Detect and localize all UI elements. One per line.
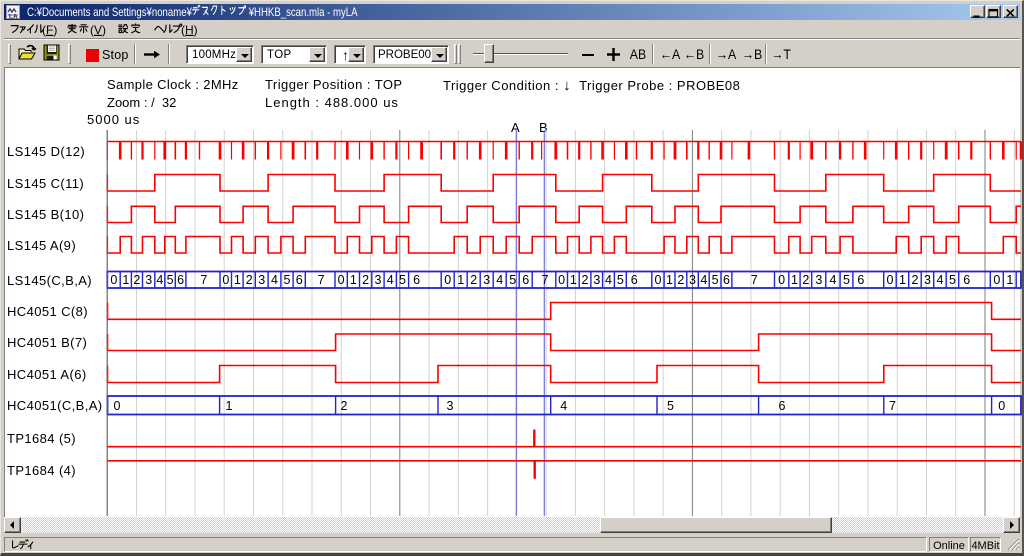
svg-text:6: 6	[296, 273, 303, 287]
svg-text:7: 7	[889, 399, 896, 413]
svg-text:4: 4	[496, 273, 503, 287]
svg-text:4: 4	[560, 399, 567, 413]
svg-text:1: 1	[350, 273, 357, 287]
svg-text:7: 7	[542, 273, 549, 287]
svg-text:1: 1	[570, 273, 577, 287]
svg-text:0: 0	[558, 273, 565, 287]
svg-text:4: 4	[387, 273, 394, 287]
svg-text:3: 3	[593, 273, 600, 287]
svg-text:0: 0	[993, 273, 1000, 287]
svg-text:5: 5	[509, 273, 516, 287]
svg-text:3: 3	[924, 273, 931, 287]
svg-text:0: 0	[338, 273, 345, 287]
svg-text:5: 5	[167, 273, 174, 287]
svg-text:2: 2	[133, 273, 140, 287]
svg-text:6: 6	[779, 399, 786, 413]
svg-text:1: 1	[457, 273, 464, 287]
svg-text:0: 0	[114, 399, 121, 413]
svg-text:3: 3	[447, 399, 454, 413]
svg-text:2: 2	[362, 273, 369, 287]
svg-text:0: 0	[887, 273, 894, 287]
svg-text:6: 6	[963, 273, 970, 287]
svg-text:7: 7	[751, 273, 758, 287]
svg-text:5: 5	[617, 273, 624, 287]
svg-text:1: 1	[226, 399, 233, 413]
svg-text:6: 6	[857, 273, 864, 287]
svg-text:6: 6	[631, 273, 638, 287]
svg-text:2: 2	[341, 399, 348, 413]
svg-text:0: 0	[444, 273, 451, 287]
svg-text:5: 5	[949, 273, 956, 287]
svg-text:0: 0	[222, 273, 229, 287]
svg-text:6: 6	[522, 273, 529, 287]
svg-text:4: 4	[937, 273, 944, 287]
svg-text:5: 5	[843, 273, 850, 287]
svg-text:5: 5	[284, 273, 291, 287]
svg-text:2: 2	[582, 273, 589, 287]
svg-text:4: 4	[156, 273, 163, 287]
svg-text:1: 1	[666, 273, 673, 287]
svg-text:1: 1	[899, 273, 906, 287]
svg-text:1: 1	[122, 273, 129, 287]
svg-text:2: 2	[677, 273, 684, 287]
svg-text:2: 2	[246, 273, 253, 287]
svg-text:7: 7	[200, 273, 207, 287]
svg-text:3: 3	[815, 273, 822, 287]
svg-text:3: 3	[483, 273, 490, 287]
svg-text:2: 2	[912, 273, 919, 287]
svg-text:6: 6	[177, 273, 184, 287]
svg-text:1: 1	[791, 273, 798, 287]
svg-text:0: 0	[655, 273, 662, 287]
svg-text:3: 3	[145, 273, 152, 287]
svg-text:5: 5	[712, 273, 719, 287]
svg-text:6: 6	[723, 273, 730, 287]
svg-text:2: 2	[802, 273, 809, 287]
svg-text:1: 1	[1006, 273, 1013, 287]
svg-text:6: 6	[413, 273, 420, 287]
svg-text:0: 0	[110, 273, 117, 287]
svg-text:4: 4	[700, 273, 707, 287]
svg-text:2: 2	[470, 273, 477, 287]
svg-text:4: 4	[830, 273, 837, 287]
svg-text:4: 4	[271, 273, 278, 287]
svg-text:0: 0	[778, 273, 785, 287]
svg-text:0: 0	[998, 399, 1005, 413]
svg-text:5: 5	[399, 273, 406, 287]
svg-text:3: 3	[689, 273, 696, 287]
svg-text:3: 3	[375, 273, 382, 287]
svg-text:7: 7	[318, 273, 325, 287]
svg-text:4: 4	[605, 273, 612, 287]
svg-text:3: 3	[258, 273, 265, 287]
svg-text:5: 5	[667, 399, 674, 413]
svg-text:1: 1	[234, 273, 241, 287]
